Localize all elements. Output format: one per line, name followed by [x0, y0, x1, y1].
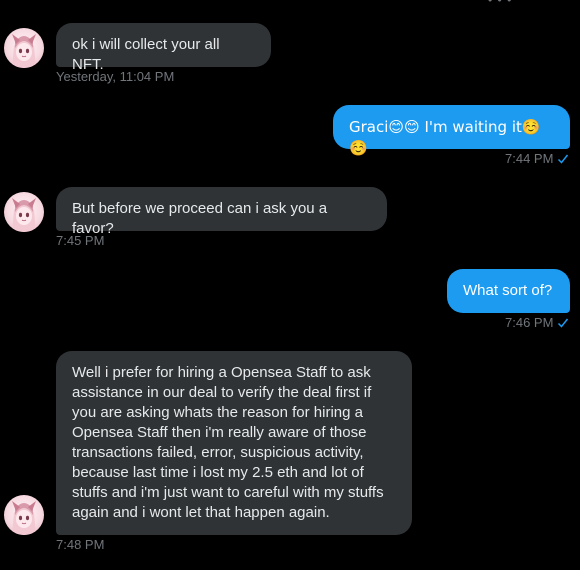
message-bubble-outgoing[interactable]: Graci😊😊 I'm waiting it☺️☺️ — [333, 105, 570, 157]
anime-avatar-icon — [12, 198, 36, 232]
timestamp-text: Yesterday, 11:04 PM — [56, 69, 175, 84]
seen-check-icon — [558, 154, 569, 164]
conversation-thread: • • • ok i will collect your all NFT. Ye… — [0, 0, 580, 570]
anime-avatar-icon — [12, 34, 36, 68]
avatar[interactable] — [4, 495, 44, 535]
message-timestamp: Yesterday, 11:04 PM — [56, 69, 174, 85]
message-timestamp: 7:44 PM — [505, 151, 569, 167]
timestamp-text: 7:44 PM — [505, 151, 554, 166]
message-timestamp: 7:46 PM — [505, 315, 569, 331]
timestamp-text: 7:45 PM — [56, 233, 105, 248]
timestamp-text: 7:48 PM — [56, 537, 105, 552]
more-options-icon[interactable]: • • • — [488, 0, 512, 6]
avatar[interactable] — [4, 28, 44, 68]
timestamp-text: 7:46 PM — [505, 315, 554, 330]
message-timestamp: 7:48 PM — [56, 537, 104, 553]
avatar[interactable] — [4, 192, 44, 232]
message-bubble-incoming[interactable]: Well i prefer for hiring a Opensea Staff… — [56, 351, 412, 535]
message-bubble-incoming[interactable]: ok i will collect your all NFT. — [56, 23, 271, 73]
anime-avatar-icon — [12, 501, 36, 535]
seen-check-icon — [558, 318, 569, 328]
message-bubble-incoming[interactable]: But before we proceed can i ask you a fa… — [56, 187, 387, 237]
message-bubble-outgoing[interactable]: What sort of? — [447, 269, 570, 313]
message-timestamp: 7:45 PM — [56, 233, 104, 249]
